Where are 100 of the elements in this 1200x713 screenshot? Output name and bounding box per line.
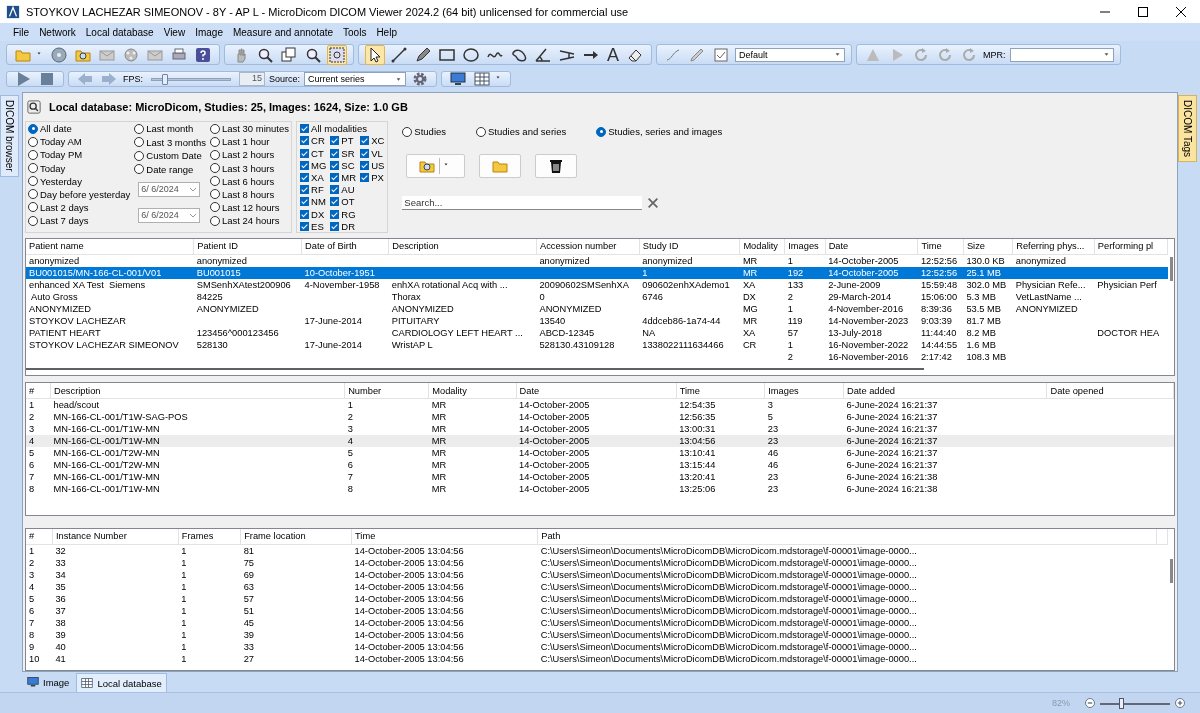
table-row[interactable]: 2 MN-166-CL-001/T1W-SAG-POS 2 MR 14-October-2005 12:56:35 5 6-June-2024 16:21:37 xyxy=(26,411,1174,424)
view-tab[interactable]: Image xyxy=(22,672,75,692)
checkbox-option[interactable]: All modalities xyxy=(300,122,385,135)
column-header[interactable]: Date of Birth xyxy=(301,238,389,255)
menu-item[interactable]: Local database xyxy=(80,26,159,38)
table-row[interactable]: 5 MN-166-CL-001/T2W-MN 5 MR 14-October-2005 13:10:41 46 6-June-2024 16:21:37 xyxy=(26,447,1174,460)
checkbox-icon[interactable] xyxy=(330,185,340,195)
checkbox-icon[interactable] xyxy=(300,124,310,134)
radio-icon[interactable] xyxy=(209,163,220,173)
checkbox-option[interactable]: MG xyxy=(300,159,327,172)
zoom-out-icon[interactable] xyxy=(1084,697,1096,709)
radio-icon[interactable] xyxy=(28,189,38,200)
checkbox-option[interactable]: US xyxy=(360,159,385,172)
clear-icon[interactable] xyxy=(646,195,661,210)
radio-option[interactable]: Date range xyxy=(134,163,206,176)
column-header[interactable]: Time xyxy=(676,383,765,399)
radio-icon[interactable] xyxy=(134,164,145,175)
column-header[interactable]: Patient ID xyxy=(193,238,302,255)
column-header[interactable]: Referring phys... xyxy=(1012,238,1095,255)
pointer-button[interactable] xyxy=(365,44,385,65)
radio-icon[interactable] xyxy=(209,202,220,213)
slider-thumb[interactable] xyxy=(162,73,169,85)
scrollbar[interactable] xyxy=(1170,256,1173,281)
grid-button[interactable] xyxy=(472,69,493,89)
checkbox-icon[interactable] xyxy=(360,172,370,182)
radio-option[interactable]: Studies xyxy=(402,125,447,138)
table-row[interactable]: 8 MN-166-CL-001/T1W-MN 8 MR 14-October-2005 13:25:06 23 6-June-2024 16:21:38 xyxy=(26,483,1174,496)
radio-option[interactable]: Last 3 months xyxy=(134,136,206,149)
column-header[interactable]: Date added xyxy=(843,383,1047,399)
checkbox-icon[interactable] xyxy=(330,209,340,219)
checkbox-option[interactable]: CR xyxy=(300,134,327,147)
disc-button[interactable] xyxy=(49,44,69,65)
checkbox-icon[interactable] xyxy=(300,209,310,219)
column-header[interactable]: Frame location xyxy=(240,528,352,545)
column-header[interactable]: Time xyxy=(917,238,964,255)
date-field[interactable]: 6/ 6/2024 xyxy=(138,207,201,223)
column-header[interactable]: Performing pl xyxy=(1094,238,1168,255)
side-tab[interactable]: DICOM Tags xyxy=(1178,95,1197,163)
view-tab[interactable]: Local database xyxy=(76,673,167,692)
radio-option[interactable]: Last 30 minutes xyxy=(209,122,290,135)
mpr-dropdown[interactable] xyxy=(1009,47,1114,62)
menu-item[interactable]: Measure and annotate xyxy=(227,26,339,38)
date-field[interactable]: 6/ 6/2024 xyxy=(138,181,201,197)
checkbox-icon[interactable] xyxy=(300,172,310,182)
column-header[interactable]: Accession number xyxy=(536,238,640,255)
menu-item[interactable]: Image xyxy=(190,26,228,38)
checkbox-icon[interactable] xyxy=(330,197,340,207)
radio-option[interactable]: Last 12 hours xyxy=(209,201,290,214)
radio-icon[interactable] xyxy=(209,149,220,160)
column-header[interactable]: Time xyxy=(351,528,538,545)
fit-frame-button[interactable] xyxy=(327,44,347,65)
column-header[interactable]: Description xyxy=(388,238,537,255)
checkbox-icon[interactable] xyxy=(330,160,340,170)
checkbox-option[interactable]: CT xyxy=(300,146,327,160)
windows-button[interactable] xyxy=(279,44,299,65)
column-header[interactable]: Date xyxy=(516,383,677,399)
radio-option[interactable]: Last 8 hours xyxy=(209,188,290,201)
column-header[interactable]: Study ID xyxy=(639,238,740,255)
checkbox-option[interactable]: DR xyxy=(330,220,357,233)
checkbox-icon[interactable] xyxy=(360,136,370,146)
radio-option[interactable]: Day before yesterday xyxy=(28,188,131,201)
checkbox-icon[interactable] xyxy=(330,221,340,231)
radio-icon[interactable] xyxy=(209,189,220,200)
radio-option[interactable]: Today xyxy=(28,162,131,174)
maximize-icon[interactable] xyxy=(1138,6,1148,17)
table-row[interactable]: 1 head/scout 1 MR 14-October-2005 12:54:35 3 6-June-2024 16:21:37 xyxy=(26,398,1174,412)
radio-icon[interactable] xyxy=(134,123,145,134)
search-database-button[interactable] xyxy=(406,153,466,178)
column-header[interactable]: Modality xyxy=(739,238,785,255)
radio-icon[interactable] xyxy=(476,126,487,137)
checkbox-option[interactable]: VL xyxy=(360,146,385,160)
radio-option[interactable]: All date xyxy=(28,122,131,135)
radio-icon[interactable] xyxy=(28,215,38,226)
table-row[interactable]: BU001015/MN-166-CL-001/V01 BU001015 10-October-1951 1 MR 192 14-October-2005 12:52:56 25.1 MB xyxy=(26,266,1168,279)
radio-icon[interactable] xyxy=(209,215,220,226)
column-header[interactable]: Size xyxy=(963,238,1013,255)
table-row[interactable]: anonymized anonymized anonymized anonymized MR 1 14-October-2005 12:52:56 130.0 KB anonymized xyxy=(26,254,1168,267)
column-header[interactable]: Date opened xyxy=(1046,383,1174,399)
checkbox-option[interactable]: AU xyxy=(330,183,357,196)
table-row[interactable]: 6 MN-166-CL-001/T2W-MN 6 MR 14-October-2005 13:15:44 46 6-June-2024 16:21:37 xyxy=(26,459,1174,472)
table-row[interactable]: PATIENT HEART 123456^000123456 CARDIOLOGY LEFT HEART ... ABCD-12345 NA XA 57 13-July-2018 11:44:40 8.2 MB DOCTOR HEA xyxy=(26,326,1168,339)
table-row[interactable]: 2 16-November-2016 2:17:42 108.3 MB xyxy=(26,350,1168,363)
radio-option[interactable]: Custom Date xyxy=(134,149,206,162)
radio-icon[interactable] xyxy=(596,126,607,137)
table-row[interactable]: Auto Gross 84225 Thorax 0 6746 DX 2 29-March-2014 15:06:00 5.3 MB VetLastName ... xyxy=(26,290,1168,303)
checkbox-icon[interactable] xyxy=(330,172,340,182)
column-header[interactable]: Number xyxy=(344,383,429,399)
radio-icon[interactable] xyxy=(209,136,220,147)
checkbox-option[interactable]: SR xyxy=(330,146,357,160)
column-header[interactable]: Instance Number xyxy=(52,528,179,545)
column-header[interactable]: Images xyxy=(784,238,826,255)
checkbox-icon[interactable] xyxy=(300,221,310,231)
radio-option[interactable]: Last 1 hour xyxy=(209,135,290,148)
radio-option[interactable]: Last month xyxy=(134,122,206,135)
radio-icon[interactable] xyxy=(134,137,145,148)
radio-icon[interactable] xyxy=(402,126,413,137)
radio-option[interactable]: Last 6 hours xyxy=(209,175,290,188)
radio-option[interactable]: Last 2 days xyxy=(28,201,131,214)
text-tool-button[interactable]: A xyxy=(605,45,621,64)
radio-option[interactable]: Yesterday xyxy=(28,175,131,188)
